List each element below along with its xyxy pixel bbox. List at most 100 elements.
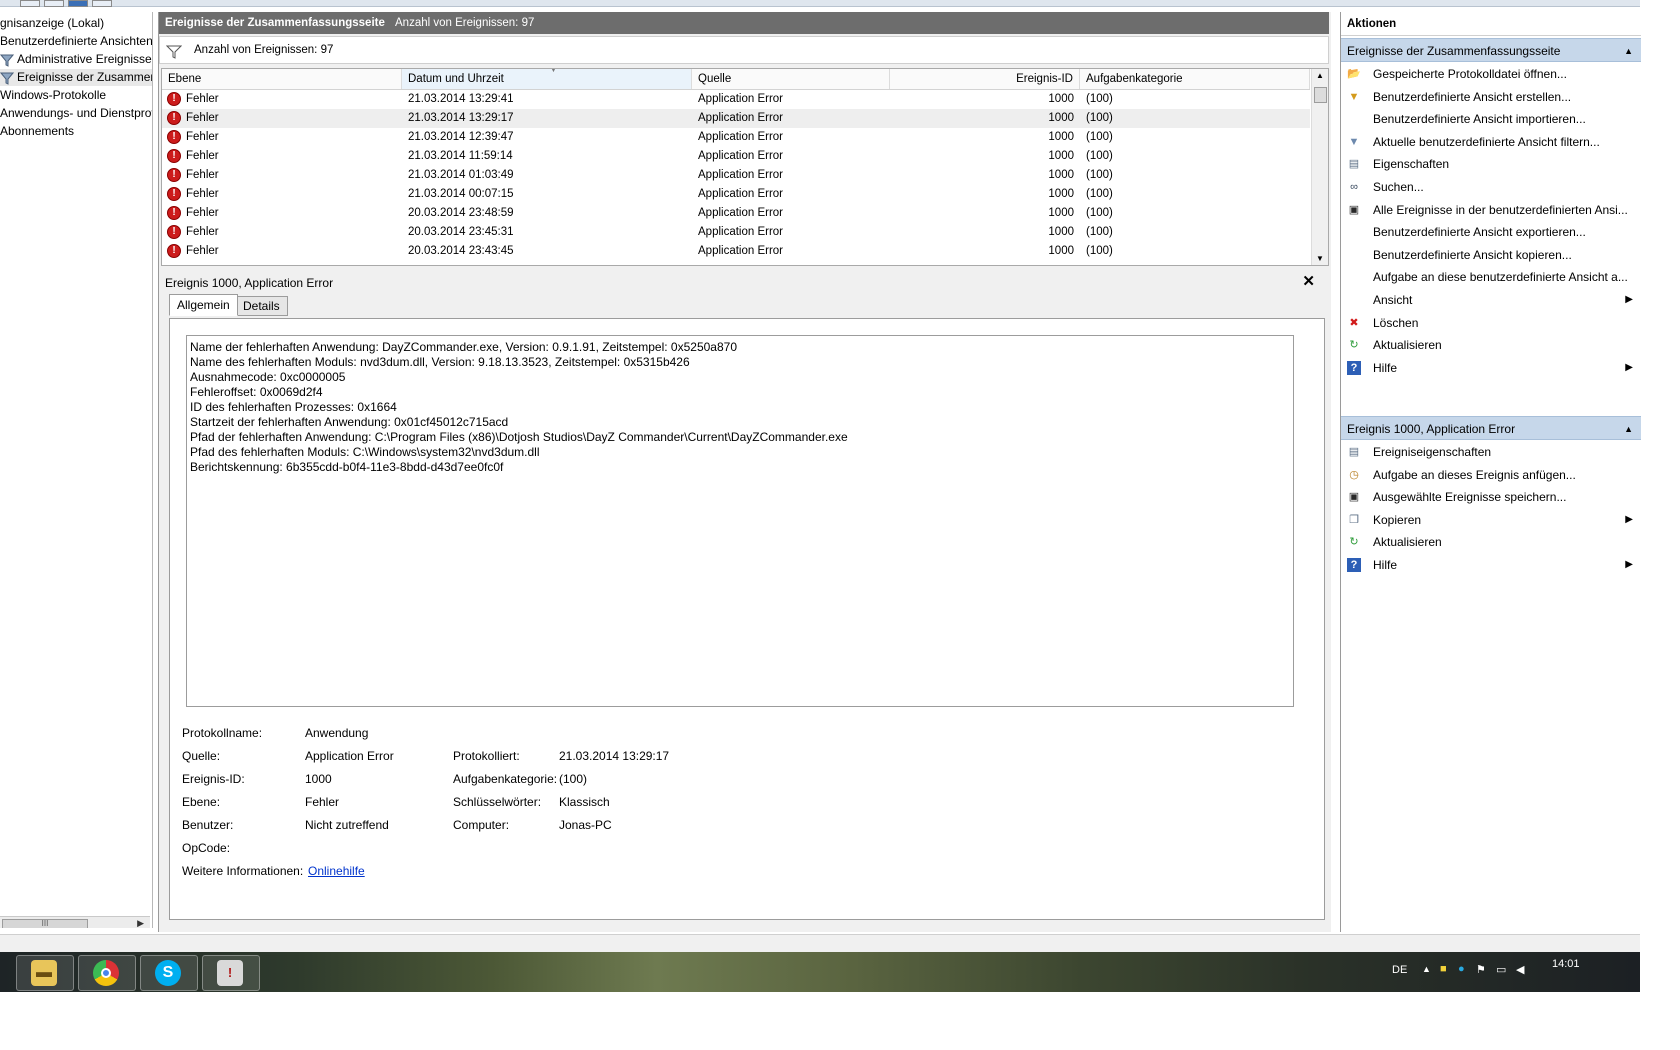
action-label: Aufgabe an dieses Ereignis anfügen... [1373,467,1576,482]
vertical-scrollbar[interactable]: ▲ ▼ [1311,69,1328,265]
action-ausgewählte-ereignisse-speichern[interactable]: ▣ Ausgewählte Ereignisse speichern... [1341,486,1641,508]
column-header-date[interactable]: Datum und Uhrzeit [402,69,692,89]
action-aktualisieren[interactable]: ↻ Aktualisieren [1341,334,1641,356]
scroll-down-arrow-icon[interactable]: ▼ [1316,254,1324,263]
action-ansicht[interactable]: Ansicht ▶ [1341,289,1641,311]
action-kopieren[interactable]: ❐ Kopieren ▶ [1341,509,1641,531]
scrollbar-thumb[interactable] [1314,87,1327,103]
action-aufgabe-an-dieses-ereignis-anfügen[interactable]: ◷ Aufgabe an dieses Ereignis anfügen... [1341,464,1641,486]
taskbar-chrome-button[interactable] [78,955,136,991]
table-row[interactable]: ! Fehler 20.03.2014 23:45:31 Application Er… [162,223,1310,242]
action-gespeicherte-protokolldatei-öffnen[interactable]: 📂 Gespeicherte Protokolldatei öffnen... [1341,63,1641,85]
table-row[interactable]: ! Fehler 20.03.2014 23:43:45 Application Er… [162,242,1310,261]
tray-skype-icon[interactable]: ● [1458,963,1465,975]
filter-bar: Anzahl von Ereignissen: 97 [159,36,1329,64]
table-row[interactable]: ! Fehler 20.03.2014 23:48:59 Application Er… [162,204,1310,223]
category-cell: (100) [1086,131,1113,143]
tree-item-administrative-events[interactable]: Administrative Ereignisse [0,51,152,68]
category-cell: (100) [1086,226,1113,238]
event-id-cell: 1000 [1048,112,1074,124]
column-header-level[interactable]: Ebene [162,69,402,89]
message-line: Pfad des fehlerhaften Moduls: C:\Windows… [190,445,540,459]
action-label: Hilfe [1373,360,1398,375]
toolbar-icon[interactable] [68,0,88,7]
tray-flag-icon[interactable]: ⚑ [1476,963,1486,976]
action-aktualisieren[interactable]: ↻ Aktualisieren [1341,531,1641,553]
table-row[interactable]: ! Fehler 21.03.2014 11:59:14 Application Er… [162,147,1310,166]
category-cell: (100) [1086,188,1113,200]
event-message-box[interactable]: Name der fehlerhaften Anwendung: DayZCom… [186,335,1294,707]
table-row[interactable]: ! Fehler 21.03.2014 01:03:49 Application Er… [162,166,1310,185]
action-aufgabe-an-diese-benutzerdefinierte-ansicht-a[interactable]: Aufgabe an diese benutzerdefinierte Ansi… [1341,266,1641,288]
action-eigenschaften[interactable]: ▤ Eigenschaften [1341,153,1641,175]
source-cell: Application Error [698,93,784,105]
tree-item-summary-events[interactable]: Ereignisse der Zusammenfassungsseite [0,69,152,86]
scroll-right-arrow-icon[interactable]: ▶ [137,918,144,928]
action-ereigniseigenschaften[interactable]: ▤ Ereigniseigenschaften [1341,441,1641,463]
scroll-up-arrow-icon[interactable]: ▲ [1316,71,1324,80]
tray-volume-icon[interactable]: ◀ [1516,963,1524,976]
tree-item-subscriptions[interactable]: Abonnements [0,123,74,140]
filter-icon [0,53,15,67]
tab-general[interactable]: Allgemein [169,294,238,316]
toolbar-icon[interactable] [20,0,40,7]
taskbar-explorer-button[interactable]: ▬ [16,955,74,991]
log-name-value: Anwendung [305,726,369,740]
collapse-icon[interactable]: ▲ [1624,417,1633,441]
save-icon: ▣ [1348,203,1360,216]
tree-item-custom-views[interactable]: Benutzerdefinierte Ansichten [0,33,152,50]
keywords-label: Schlüsselwörter: [453,795,542,809]
tree-item-app-service-logs[interactable]: Anwendungs- und Dienstprotokolle [0,105,152,122]
column-header-task-category[interactable]: Aufgabenkategorie [1080,69,1310,89]
toolbar-icon[interactable] [44,0,64,7]
column-header-source[interactable]: Quelle [692,69,890,89]
action-benutzerdefinierte-ansicht-exportieren[interactable]: Benutzerdefinierte Ansicht exportieren..… [1341,221,1641,243]
date-cell: 21.03.2014 00:07:15 [408,188,514,200]
close-icon[interactable]: ✕ [1302,272,1315,290]
taskbar-skype-button[interactable]: S [140,955,198,991]
actions-section-summary[interactable]: Ereignisse der Zusammenfassungsseite ▲ [1341,38,1641,62]
submenu-arrow-icon: ▶ [1625,361,1633,373]
properties-icon: ▤ [1348,158,1360,171]
taskbar-event-viewer-button[interactable]: ! [202,955,260,991]
column-header-event-id[interactable]: Ereignis-ID [890,69,1080,89]
source-value: Application Error [305,749,394,763]
collapse-icon[interactable]: ▲ [1624,39,1633,63]
tray-network-icon[interactable]: ▭ [1496,963,1506,976]
action-benutzerdefinierte-ansicht-erstellen[interactable]: ▼ Benutzerdefinierte Ansicht erstellen... [1341,86,1641,108]
toolbar-icon[interactable] [92,0,112,7]
category-cell: (100) [1086,245,1113,257]
table-row[interactable]: ! Fehler 21.03.2014 12:39:47 Application Er… [162,128,1310,147]
error-icon: ! [167,187,181,201]
table-row[interactable]: ! Fehler 21.03.2014 13:29:41 Application Er… [162,90,1310,109]
tree-item-root[interactable]: gnisanzeige (Lokal) [0,15,104,32]
clock[interactable]: 14:01 [1552,958,1580,970]
center-pane: Ereignisse der Zusammenfassungsseite Anz… [158,12,1331,932]
action-suchen[interactable]: ∞ Suchen... [1341,176,1641,198]
action-hilfe[interactable]: ? Hilfe ▶ [1341,554,1641,576]
action-benutzerdefinierte-ansicht-kopieren[interactable]: Benutzerdefinierte Ansicht kopieren... [1341,244,1641,266]
scrollbar-thumb[interactable]: III [2,919,88,928]
action-löschen[interactable]: ✖ Löschen [1341,312,1641,334]
action-benutzerdefinierte-ansicht-importieren[interactable]: Benutzerdefinierte Ansicht importieren..… [1341,108,1641,130]
action-label: Kopieren [1373,512,1422,527]
language-indicator[interactable]: DE [1392,964,1407,976]
help-icon: ? [1347,360,1361,375]
show-hidden-icons-icon[interactable]: ▲ [1422,964,1431,974]
action-hilfe[interactable]: ? Hilfe ▶ [1341,357,1641,379]
action-alle-ereignisse-in-der-benutzerdefinierten-ansi[interactable]: ▣ Alle Ereignisse in der benutzerdefinier… [1341,199,1641,221]
online-help-link[interactable]: Onlinehilfe [308,864,365,878]
tray-folder-icon[interactable]: ■ [1440,963,1447,975]
table-row[interactable]: ! Fehler 21.03.2014 00:07:15 Application Er… [162,185,1310,204]
actions-section-event[interactable]: Ereignis 1000, Application Error ▲ [1341,416,1641,440]
action-label: Aufgabe an diese benutzerdefinierte Ansi… [1373,270,1628,285]
source-cell: Application Error [698,188,784,200]
horizontal-scrollbar[interactable]: III ▶ [0,916,150,928]
table-row[interactable]: ! Fehler 21.03.2014 13:29:17 Application Er… [162,109,1310,128]
tree-item-label: gnisanzeige (Lokal) [0,16,105,30]
action-aktuelle-benutzerdefinierte-ansicht-filtern[interactable]: ▼ Aktuelle benutzerdefinierte Ansicht fil… [1341,131,1641,153]
tree-item-label: Anwendungs- und Dienstprotokolle [0,106,152,120]
tab-details[interactable]: Details [235,296,288,316]
level-cell: Fehler [186,207,219,219]
tree-item-windows-logs[interactable]: Windows-Protokolle [0,87,106,104]
